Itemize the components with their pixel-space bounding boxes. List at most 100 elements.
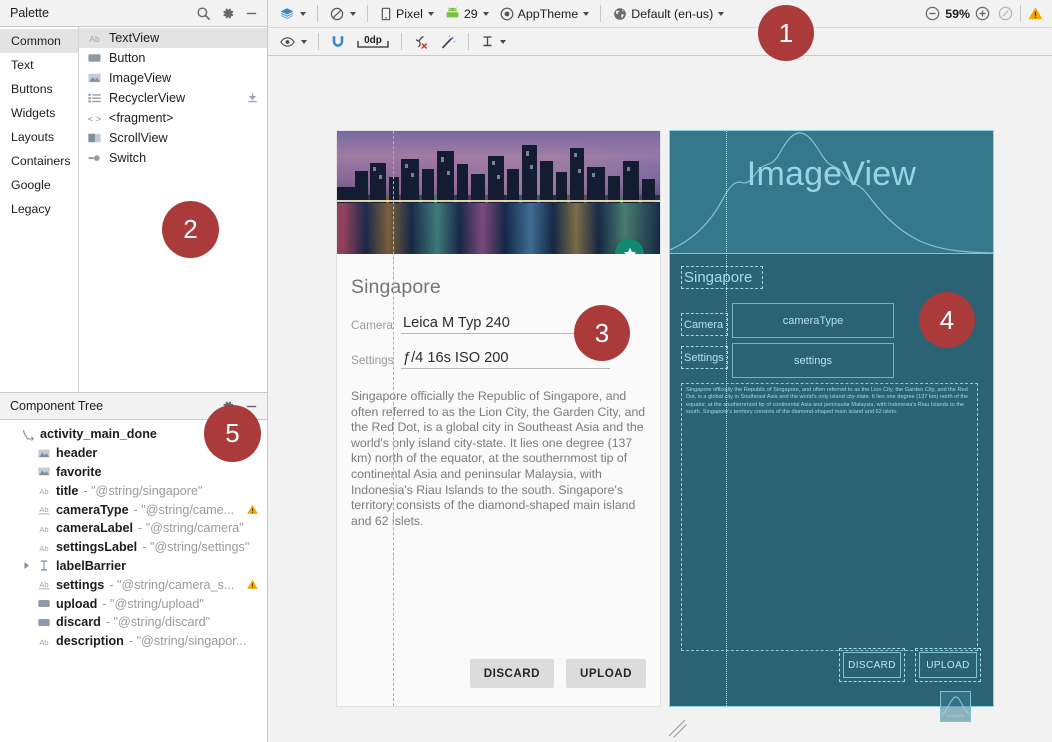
svg-text:Ab: Ab — [39, 525, 48, 534]
download-icon[interactable] — [246, 92, 259, 105]
tree-node-settings[interactable]: Absettings- "@string/camera_s... — [0, 575, 267, 594]
settings-input[interactable]: ƒ/4 16s ISO 200 — [401, 350, 610, 369]
tree-node-upload[interactable]: upload- "@string/upload" — [0, 594, 267, 613]
baseline-align-button[interactable] — [475, 31, 511, 53]
magnet-icon — [330, 34, 346, 50]
tree-node-value: - "@string/singapore" — [83, 484, 202, 498]
tree-node-name: discard — [56, 615, 101, 629]
clear-constraints-button[interactable] — [408, 31, 435, 53]
detail-card: Singapore Camera Leica M Typ 240 Setting… — [337, 254, 660, 529]
blueprint-settings-label-box[interactable]: Settings — [681, 346, 728, 369]
description-text[interactable]: Singapore officially the Republic of Sin… — [351, 389, 646, 529]
palette-category-common[interactable]: Common — [0, 29, 78, 53]
zoom-level-label: 59% — [941, 7, 974, 21]
orientation-button[interactable] — [324, 3, 361, 25]
palette-item-label: ImageView — [109, 71, 171, 85]
tree-node-value: - "@string/singapor... — [129, 634, 246, 648]
blueprint-camera-label: Camera — [684, 319, 723, 331]
action-button-row: DISCARD UPLOAD — [470, 659, 646, 688]
default-margin-button[interactable]: 0dp — [351, 31, 395, 53]
palette-item-recyclerview[interactable]: RecyclerView — [79, 88, 267, 108]
globe-icon — [612, 6, 628, 22]
autoconnect-magnet-button[interactable] — [325, 31, 351, 53]
clear-constraints-icon — [413, 34, 430, 50]
title-text[interactable]: Singapore — [351, 276, 646, 299]
tree-node-labelBarrier[interactable]: labelBarrier — [0, 557, 267, 576]
chevron-down-icon — [483, 12, 489, 16]
zoom-out-icon[interactable] — [924, 5, 941, 22]
warning-icon[interactable] — [246, 503, 259, 516]
tree-node-cameraType[interactable]: AbcameraType- "@string/came... — [0, 500, 267, 519]
chevron-right-icon[interactable] — [21, 561, 32, 570]
palette-category-legacy[interactable]: Legacy — [0, 197, 78, 221]
discard-button[interactable]: DISCARD — [470, 659, 554, 688]
locale-selector[interactable]: Default (en-us) — [607, 3, 729, 25]
blueprint-favorite-box[interactable]: ImageView — [940, 691, 971, 722]
palette-category-text[interactable]: Text — [0, 53, 78, 77]
design-preview-device[interactable]: Singapore Camera Leica M Typ 240 Setting… — [337, 131, 660, 706]
upload-button[interactable]: UPLOAD — [566, 659, 646, 688]
svg-text:Ab: Ab — [39, 505, 48, 514]
palette-category-widgets[interactable]: Widgets — [0, 101, 78, 125]
design-canvas[interactable]: Singapore Camera Leica M Typ 240 Setting… — [268, 57, 1052, 742]
header-image[interactable] — [337, 131, 660, 254]
palette-item-label: Button — [109, 51, 145, 65]
tree-node-value: - "@string/discard" — [106, 615, 210, 629]
palette-item-scrollview[interactable]: ScrollView — [79, 128, 267, 148]
theme-selector[interactable]: AppTheme — [494, 3, 595, 25]
palette-category-layouts[interactable]: Layouts — [0, 125, 78, 149]
blueprint-discard-button[interactable]: DISCARD — [839, 648, 905, 682]
blueprint-vertical-guideline[interactable] — [726, 131, 727, 706]
device-selector[interactable]: Pixel — [374, 3, 439, 25]
minimize-icon[interactable] — [244, 6, 259, 21]
tree-node-description[interactable]: Abdescription- "@string/singapor... — [0, 632, 267, 651]
theme-label: AppTheme — [518, 7, 579, 21]
tree-node-settingsLabel[interactable]: AbsettingsLabel- "@string/settings" — [0, 538, 267, 557]
textview-icon: Ab — [37, 522, 51, 535]
imageview-icon — [37, 447, 51, 460]
tree-node-discard[interactable]: discard - "@string/discard" — [0, 613, 267, 632]
warning-icon[interactable] — [1027, 5, 1044, 22]
gear-icon[interactable] — [220, 6, 235, 21]
eye-icon — [279, 34, 296, 50]
tree-node-cameraLabel[interactable]: AbcameraLabel- "@string/camera" — [0, 519, 267, 538]
tree-node-title[interactable]: Abtitle- "@string/singapore" — [0, 481, 267, 500]
blueprint-title-box[interactable]: Singapore — [681, 266, 763, 289]
blueprint-camera-label-box[interactable]: Camera — [681, 313, 728, 336]
palette-item-fragment[interactable]: < ><fragment> — [79, 108, 267, 128]
zoom-in-icon[interactable] — [974, 5, 991, 22]
blueprint-device[interactable]: ImageView ImageView Singapore Camera cam… — [670, 131, 993, 706]
palette-item-imageview[interactable]: ImageView — [79, 68, 267, 88]
api-level-selector[interactable]: 29 — [439, 3, 494, 25]
blueprint-settings-box[interactable]: settings — [732, 343, 894, 378]
zoom-fit-icon[interactable] — [997, 5, 1014, 22]
blueprint-cameratype-box[interactable]: cameraType — [732, 303, 894, 338]
view-options-button[interactable] — [274, 31, 312, 53]
warning-icon[interactable] — [246, 578, 259, 591]
recyclerview-icon — [87, 91, 102, 105]
blueprint-upload-button[interactable]: UPLOAD — [915, 648, 981, 682]
palette-item-button[interactable]: Button — [79, 48, 267, 68]
blueprint-header-image[interactable]: ImageView — [670, 131, 993, 254]
palette-item-switch[interactable]: Switch — [79, 148, 267, 168]
button-icon — [37, 616, 51, 629]
tree-node-favorite[interactable]: favorite — [0, 463, 267, 482]
tree-node-name: settings — [56, 578, 104, 592]
design-mode-button[interactable] — [274, 3, 311, 25]
canvas-resize-handle[interactable] — [666, 717, 688, 739]
infer-constraints-button[interactable] — [435, 31, 462, 53]
imageview-icon — [37, 465, 51, 478]
palette-category-buttons[interactable]: Buttons — [0, 77, 78, 101]
palette-category-containers[interactable]: Containers — [0, 149, 78, 173]
device-label: Pixel — [396, 7, 423, 21]
palette-category-list: CommonTextButtonsWidgetsLayoutsContainer… — [0, 27, 79, 391]
phone-icon — [379, 6, 393, 22]
vertical-guideline[interactable] — [393, 131, 394, 706]
android-icon — [444, 6, 461, 22]
palette-category-google[interactable]: Google — [0, 173, 78, 197]
tree-node-name: favorite — [56, 465, 102, 479]
palette-body: CommonTextButtonsWidgetsLayoutsContainer… — [0, 27, 267, 391]
button-icon — [87, 51, 102, 65]
palette-item-textview[interactable]: AbTextView — [79, 28, 267, 48]
search-icon[interactable] — [196, 6, 211, 21]
